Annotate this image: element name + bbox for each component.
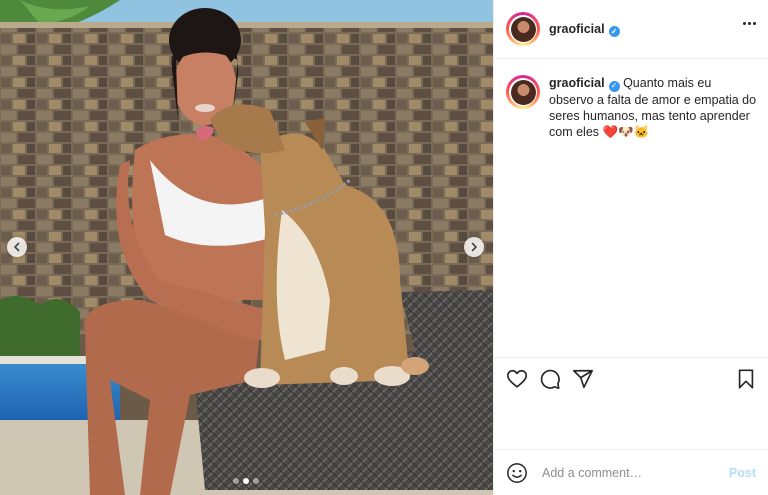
carousel-dot	[233, 478, 239, 484]
post-media	[0, 0, 493, 495]
caption-avatar[interactable]	[506, 75, 540, 109]
action-bar	[494, 357, 768, 397]
post-sidebar: graoficial ✓ graoficial ✓ Quanto mais eu o…	[493, 0, 768, 495]
verified-badge-icon: ✓	[608, 80, 620, 92]
smiley-icon[interactable]	[506, 462, 528, 484]
comment-icon[interactable]	[539, 368, 561, 390]
caption-emojis: ❤️🐶🐱	[602, 124, 650, 139]
verified-badge-icon: ✓	[608, 25, 620, 37]
post-comment-button[interactable]: Post	[729, 466, 756, 480]
caption-username[interactable]: graoficial	[549, 76, 605, 90]
carousel-indicator	[233, 478, 259, 484]
add-comment-bar: Post	[494, 449, 768, 495]
carousel-dot-active	[243, 478, 249, 484]
post-header: graoficial ✓	[494, 0, 768, 59]
chevron-left-icon	[14, 242, 20, 252]
instagram-post-modal: graoficial ✓ graoficial ✓ Quanto mais eu o…	[0, 0, 768, 495]
avatar[interactable]	[506, 12, 540, 46]
previous-slide-button[interactable]	[7, 237, 27, 257]
chevron-right-icon	[471, 242, 477, 252]
next-slide-button[interactable]	[464, 237, 484, 257]
caption: graoficial ✓ Quanto mais eu observo a fal…	[494, 59, 768, 140]
avatar-image	[510, 16, 536, 42]
header-username[interactable]: graoficial ✓	[549, 22, 620, 37]
paper-plane-icon[interactable]	[572, 368, 594, 390]
header-username-text[interactable]: graoficial	[549, 22, 605, 36]
caption-text: graoficial ✓ Quanto mais eu observo a fal…	[549, 75, 758, 140]
heart-icon[interactable]	[506, 368, 528, 390]
comment-input[interactable]	[540, 464, 714, 481]
avatar-image	[510, 79, 536, 105]
carousel-dot	[253, 478, 259, 484]
more-horizontal-icon[interactable]	[743, 22, 756, 25]
bookmark-icon[interactable]	[736, 368, 756, 390]
post-photo	[0, 0, 493, 495]
